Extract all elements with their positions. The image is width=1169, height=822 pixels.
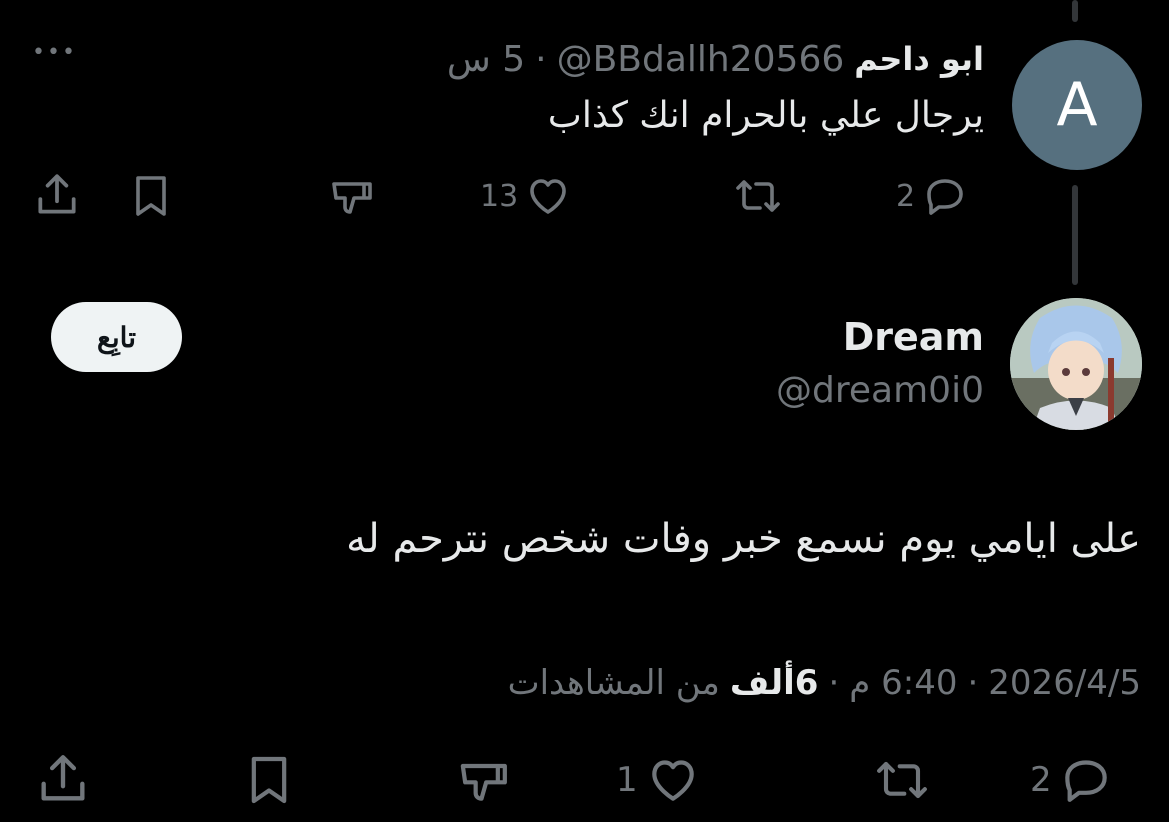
share-button[interactable]: [32, 170, 82, 220]
reply-button[interactable]: 2: [896, 172, 969, 220]
thread-line-top: [1072, 0, 1078, 22]
dislike-button[interactable]: [328, 172, 378, 220]
reply-icon: [921, 172, 969, 220]
like-count: 1: [616, 760, 638, 800]
avatar-letter: A: [1056, 70, 1098, 140]
repost-icon: [870, 752, 934, 808]
like-button[interactable]: 13: [480, 172, 572, 220]
separator: ·: [967, 663, 979, 703]
separator: ·: [828, 663, 840, 703]
repost-icon: [730, 172, 786, 220]
views-label: من المشاهدات: [507, 663, 720, 703]
reply-text: يرجال علي بالحرام انك كذاب: [547, 95, 984, 136]
tweet-date[interactable]: 2026/4/5: [988, 663, 1141, 703]
main-display-name[interactable]: Dream: [843, 315, 984, 359]
more-icon[interactable]: •••: [32, 40, 77, 65]
like-count: 13: [480, 178, 519, 214]
bookmark-button[interactable]: [128, 172, 174, 220]
tweet-time[interactable]: 6:40 م: [849, 663, 957, 703]
reply-count: 2: [896, 178, 916, 214]
avatar[interactable]: [1010, 298, 1142, 430]
main-tweet-text: على ايامي يوم نسمع خبر وفات شخص نترحم له: [346, 516, 1141, 562]
dislike-button[interactable]: [455, 752, 515, 808]
main-handle[interactable]: @dream0i0: [776, 370, 984, 411]
bookmark-icon: [242, 752, 296, 808]
like-icon: [524, 172, 572, 220]
reply-header: 5 س · @BBdallh20566 ابو داحم: [447, 34, 984, 84]
repost-button[interactable]: [730, 172, 786, 220]
reply-handle[interactable]: @BBdallh20566: [557, 39, 845, 80]
views-count[interactable]: 6ألف: [730, 663, 819, 703]
follow-button[interactable]: تابِع: [51, 302, 182, 372]
reply-button[interactable]: 2: [1030, 752, 1114, 808]
anime-avatar-image: [1010, 298, 1142, 430]
dislike-icon: [328, 172, 378, 220]
repost-button[interactable]: [870, 752, 934, 808]
reply-display-name[interactable]: ابو داحم: [854, 40, 984, 78]
share-icon: [32, 170, 82, 220]
bookmark-icon: [128, 172, 174, 220]
share-button[interactable]: [34, 750, 92, 808]
dislike-icon: [455, 752, 515, 808]
like-icon: [644, 752, 702, 808]
reply-count: 2: [1030, 760, 1052, 800]
bookmark-button[interactable]: [242, 752, 296, 808]
reply-icon: [1058, 752, 1114, 808]
separator: ·: [535, 38, 547, 80]
like-button[interactable]: 1: [616, 752, 702, 808]
tweet-meta: من المشاهدات 6ألف · 6:40 م · 2026/4/5: [508, 660, 1141, 706]
reply-time[interactable]: 5 س: [447, 39, 525, 80]
thread-line-middle: [1072, 185, 1078, 285]
avatar[interactable]: A: [1012, 40, 1142, 170]
share-icon: [34, 750, 92, 808]
